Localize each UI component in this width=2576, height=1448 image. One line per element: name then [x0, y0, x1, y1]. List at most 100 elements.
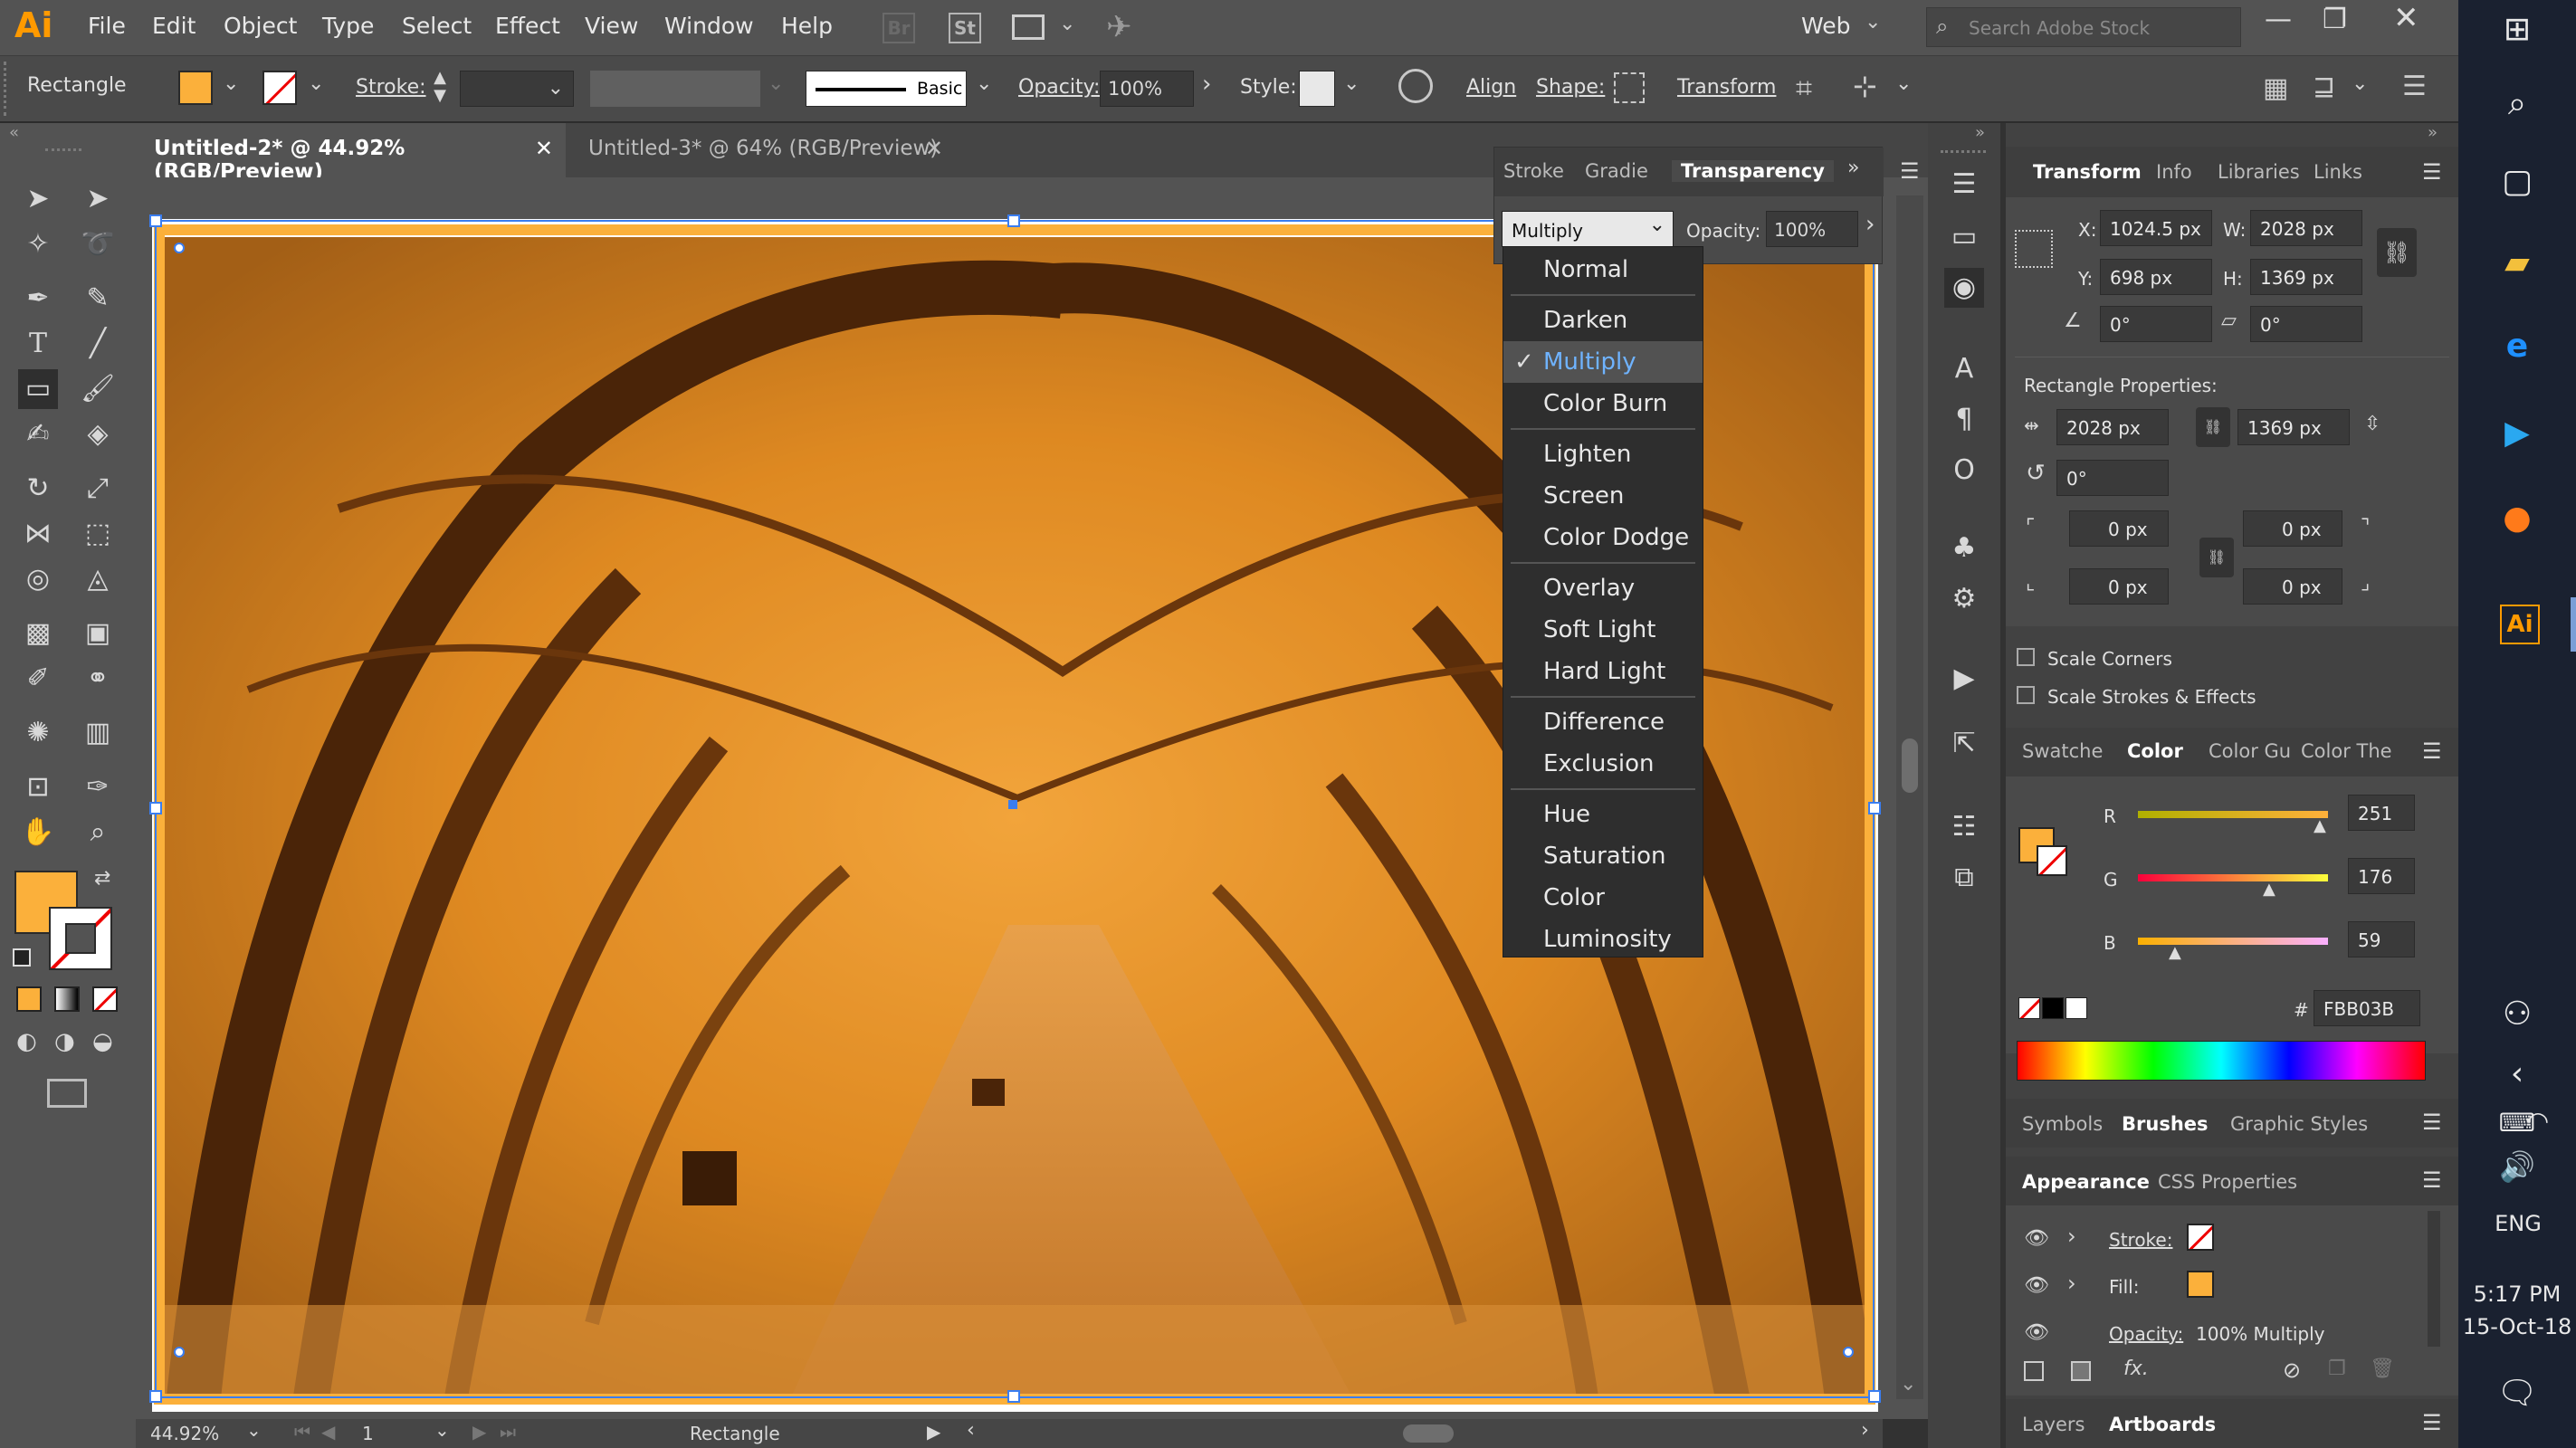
menu-effect[interactable]: Effect — [495, 13, 560, 39]
symbols-dock-icon[interactable]: ♣ — [1944, 529, 1984, 568]
g-field[interactable]: 176 — [2348, 858, 2415, 894]
draw-normal-icon[interactable]: ◐ — [16, 1028, 37, 1055]
draw-behind-icon[interactable]: ◑ — [54, 1028, 75, 1055]
blend-mode-option[interactable]: Color — [1503, 877, 1703, 919]
r-slider[interactable] — [2138, 811, 2328, 818]
tab-swatches[interactable]: Swatche — [2022, 740, 2103, 762]
stroke-weight-field[interactable]: ⌄ — [460, 71, 574, 107]
blend-mode-option[interactable]: Normal — [1503, 249, 1703, 291]
panel-menu-icon[interactable]: ☰ — [1900, 158, 1920, 184]
blend-mode-option[interactable]: Color Dodge — [1503, 517, 1703, 558]
stroke-color-box[interactable] — [49, 907, 112, 970]
stock-icon[interactable]: St — [949, 13, 981, 43]
arrange-panels-icon[interactable]: ▦ — [2263, 72, 2288, 104]
arrange-documents-icon[interactable] — [1012, 14, 1045, 40]
corner-type-icon[interactable]: ⌞ — [2026, 572, 2035, 595]
corner-type-icon[interactable]: ⌝ — [2361, 516, 2370, 538]
stroke-panel-icon[interactable]: ☰ — [1944, 165, 1984, 205]
tab-info[interactable]: Info — [2156, 161, 2192, 183]
none-mode-icon[interactable] — [92, 986, 118, 1012]
color-stroke-swatch[interactable] — [2037, 845, 2067, 876]
magic-wand-tool-icon[interactable]: ✧ — [18, 224, 58, 264]
panel-menu-icon[interactable]: ☰ — [2422, 1410, 2442, 1435]
paragraph-panel-icon[interactable]: ¶ — [1944, 400, 1984, 440]
align-dock-icon[interactable]: ☷ — [1944, 807, 1984, 847]
menu-type[interactable]: Type — [322, 13, 374, 39]
close-button[interactable]: ✕ — [2393, 0, 2419, 36]
menu-object[interactable]: Object — [224, 13, 297, 39]
swap-fill-stroke-icon[interactable]: ⇄ — [94, 867, 110, 890]
brush-definition[interactable]: Basic — [806, 71, 967, 107]
add-new-stroke-icon[interactable] — [2024, 1361, 2044, 1381]
line-segment-tool-icon[interactable]: ╱ — [78, 324, 118, 364]
selection-handle[interactable] — [1868, 802, 1881, 814]
symbol-sprayer-tool-icon[interactable]: ✺ — [18, 713, 58, 753]
panel-menu-icon[interactable]: ☰ — [2422, 1110, 2442, 1135]
clock-date[interactable]: 15-Oct-18 — [2458, 1314, 2576, 1339]
edge-browser-icon[interactable]: e — [2476, 328, 2558, 382]
tab-links[interactable]: Links — [2314, 161, 2362, 183]
duplicate-item-icon[interactable]: ❐ — [2328, 1358, 2346, 1380]
blend-mode-option[interactable]: Exclusion — [1503, 743, 1703, 785]
tab-artboards[interactable]: Artboards — [2109, 1414, 2216, 1435]
free-transform-tool-icon[interactable]: ⬚ — [78, 514, 118, 554]
blend-mode-option[interactable]: Hard Light — [1503, 651, 1703, 692]
scale-strokes-checkbox[interactable] — [2017, 686, 2035, 704]
character-panel-icon[interactable]: A — [1944, 349, 1984, 389]
expand-right-icon[interactable]: » — [2428, 123, 2438, 142]
close-icon[interactable]: ✕ — [535, 136, 553, 161]
selection-handle[interactable] — [149, 214, 162, 227]
add-new-fill-icon[interactable] — [2071, 1361, 2091, 1381]
vertical-scroll-thumb[interactable] — [1902, 738, 1918, 793]
selection-handle[interactable] — [1868, 1390, 1881, 1403]
pen-tool-icon[interactable]: ✒ — [18, 279, 58, 319]
horizontal-scroll-left-icon[interactable]: ‹ — [967, 1419, 975, 1442]
blend-mode-select[interactable]: Multiply ⌄ — [1502, 211, 1674, 247]
blend-mode-option[interactable]: Luminosity — [1503, 919, 1703, 960]
add-effect-icon[interactable]: fx. — [2123, 1358, 2149, 1380]
artboard-nav-last-icon[interactable]: ⏭ — [500, 1421, 516, 1443]
corner-type-icon[interactable]: ⌜ — [2026, 516, 2035, 538]
type-tool-icon[interactable]: T — [18, 324, 58, 364]
chevron-left-icon[interactable]: ‹ — [2476, 1055, 2558, 1110]
artboard-tool-icon[interactable]: ⊡ — [18, 767, 58, 807]
eye-icon[interactable]: 👁 — [2024, 1321, 2049, 1344]
w-field[interactable]: 2028 px — [2250, 210, 2362, 246]
blend-mode-option[interactable]: Difference — [1503, 701, 1703, 743]
align-label[interactable]: Align — [1466, 76, 1516, 99]
isolate-group-icon[interactable]: ⊹ — [1853, 69, 1877, 103]
rotate-angle-field[interactable]: 0° — [2100, 306, 2212, 342]
blend-mode-option[interactable]: Hue — [1503, 794, 1703, 835]
chevron-down-icon[interactable]: ⌄ — [1865, 11, 1881, 33]
eyedropper-tool-icon[interactable]: ✐ — [18, 659, 58, 699]
blend-mode-option[interactable]: Soft Light — [1503, 609, 1703, 651]
volume-icon[interactable]: 🔊 — [2476, 1149, 2558, 1204]
paintbrush-tool-icon[interactable]: 🖌 — [78, 369, 118, 409]
chevron-right-icon[interactable]: › — [1865, 211, 1875, 238]
chevron-down-icon[interactable]: ⌄ — [1343, 72, 1360, 95]
appearance-stroke-swatch[interactable] — [2187, 1224, 2214, 1251]
file-explorer-icon[interactable]: ▰ — [2476, 244, 2558, 299]
color-mode-icon[interactable] — [16, 986, 42, 1012]
tab-symbols[interactable]: Symbols — [2022, 1113, 2103, 1135]
corner-radius-top-right[interactable]: 0 px — [2243, 510, 2342, 547]
stroke-weight-stepper[interactable]: ▲ ▼ — [425, 69, 454, 109]
blend-mode-option[interactable]: Darken — [1503, 300, 1703, 341]
clear-appearance-icon[interactable]: ⊘ — [2283, 1358, 2301, 1383]
selection-handle[interactable] — [149, 802, 162, 814]
chevron-down-icon[interactable]: ⌄ — [976, 72, 992, 95]
panel-menu-icon[interactable]: ☰ — [2422, 1167, 2442, 1193]
search-stock-input[interactable]: ⌕ Search Adobe Stock — [1926, 7, 2241, 47]
rectangle-tool-icon[interactable]: ▭ — [18, 369, 58, 409]
illustrator-taskbar-icon[interactable]: Ai — [2500, 605, 2540, 644]
selection-handle[interactable] — [149, 1390, 162, 1403]
status-menu-icon[interactable]: ▶ — [927, 1421, 940, 1443]
opacity-label[interactable]: Opacity: — [1018, 76, 1100, 99]
corner-radius-bottom-right[interactable]: 0 px — [2243, 568, 2342, 605]
bridge-icon[interactable]: Br — [883, 13, 915, 43]
blend-mode-option[interactable]: Lighten — [1503, 433, 1703, 475]
mesh-tool-icon[interactable]: ▩ — [18, 614, 58, 653]
zoom-level[interactable]: 44.92% — [150, 1423, 219, 1444]
actions-play-icon[interactable]: ▶ — [1944, 659, 1984, 699]
appearance-fill-swatch[interactable] — [2187, 1271, 2214, 1298]
